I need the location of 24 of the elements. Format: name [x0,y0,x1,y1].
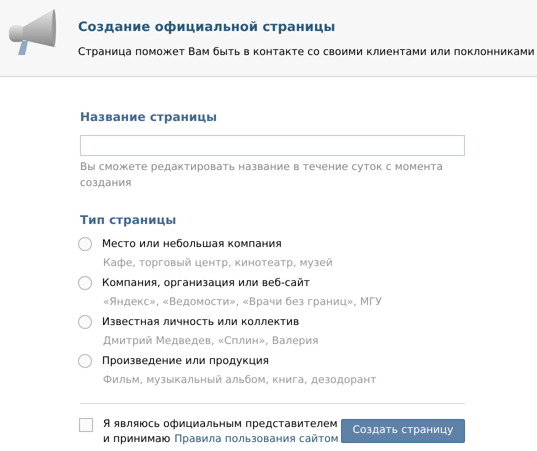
radio-button[interactable] [78,236,92,250]
terms-link[interactable]: Правила пользования сайтом [174,432,339,446]
page-title: Создание официальной страницы [78,19,336,37]
option-label: Место или небольшая компания [102,236,282,252]
section-heading: Тип страницы [80,212,178,228]
option-examples: «Яндекс», «Ведомости», «Врачи без границ», МГУ [102,294,383,308]
option-label: Известная личность или коллектив [102,314,300,330]
radio-button[interactable] [78,276,92,290]
hint-text: Вы сможете редактировать название в течение суток с момента создания [80,160,444,191]
section-heading: Название страницы [80,109,218,126]
agreement-text: и принимаю [103,432,170,446]
radio-button[interactable] [78,314,92,328]
page-subtitle: Страница поможет Вам быть в контакте со своими клиентами или поклонниками [78,44,535,60]
create-page-button[interactable]: Создать страницу [341,418,465,442]
option-examples: Фильм, музыкальный альбом, книга, дезодорант [102,372,378,386]
page-name-field[interactable] [80,135,465,156]
option-examples: Кафе, торговый центр, кинотеатр, музей [102,256,334,270]
option-label: Компания, организация или веб-сайт [102,276,310,290]
agreement-text: Я являюсь официальным представителем [103,416,339,432]
option-label: Произведение или продукция [102,354,270,368]
checkbox[interactable] [79,418,93,432]
radio-button[interactable] [78,354,92,368]
option-examples: Дмитрий Медведев, «Сплин», Валерия [102,334,320,348]
megaphone-icon [6,7,56,57]
